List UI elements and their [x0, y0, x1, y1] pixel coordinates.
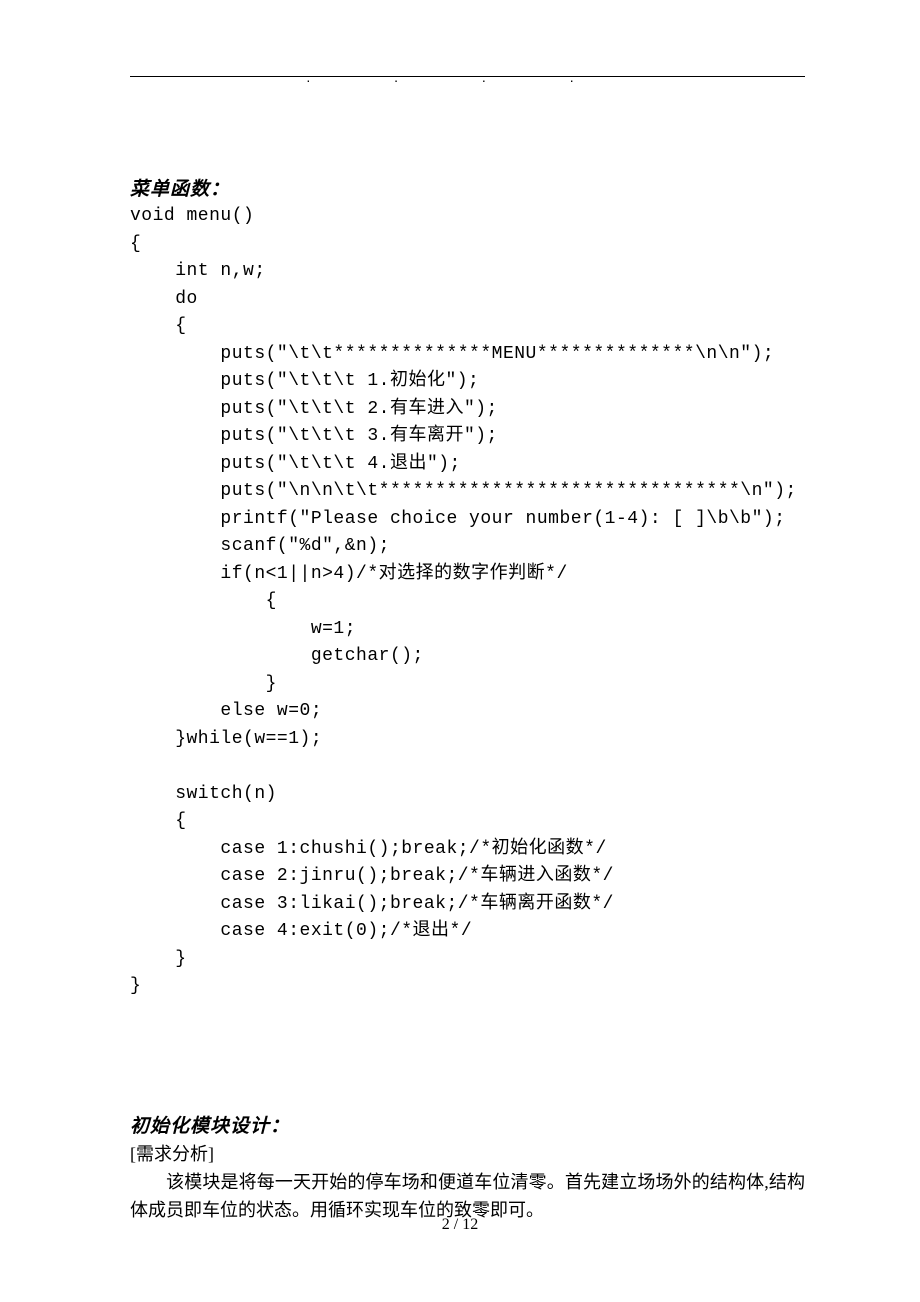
requirement-paragraph-text: 该模块是将每一天开始的停车场和便道车位清零。首先建立场场外的结构体,结构体成员即… — [130, 1172, 805, 1220]
heading-init-module: 初始化模块设计： — [130, 1111, 805, 1138]
heading-menu-function: 菜单函数： — [130, 174, 805, 201]
document-page: . . . . 菜单函数： void menu() { int n,w; do … — [0, 0, 920, 1302]
code-block: void menu() { int n,w; do { puts("\t\t**… — [130, 203, 805, 1001]
page-footer: 2 / 12 — [0, 1216, 920, 1234]
page-content: 菜单函数： void menu() { int n,w; do { puts("… — [130, 174, 805, 1224]
section-gap — [130, 1001, 805, 1111]
requirement-label: [需求分析] — [130, 1140, 805, 1168]
header-rule-dots: . . . . — [0, 69, 920, 85]
